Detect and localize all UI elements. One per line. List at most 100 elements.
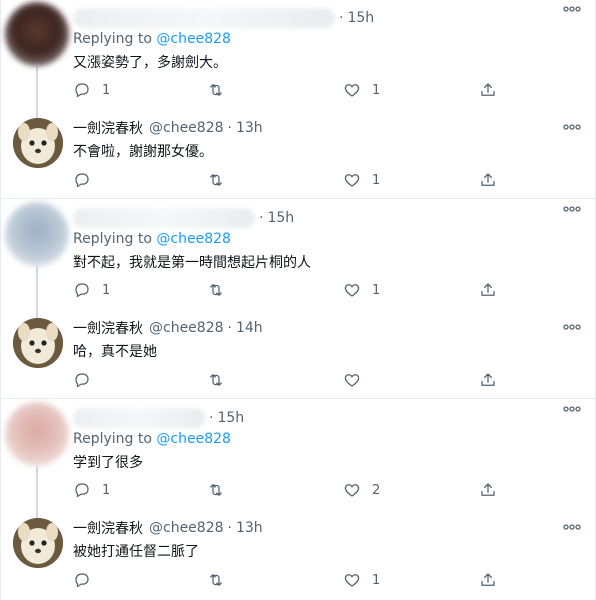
mention-link[interactable]: @chee828	[156, 31, 231, 47]
like-count: 2	[372, 482, 381, 498]
reply-tweet[interactable]: · 15h Replying to @chee828 学到了很多 1 2	[1, 400, 595, 500]
share-icon	[481, 573, 495, 586]
more-options-icon[interactable]	[563, 406, 581, 412]
action-bar: 1 1	[73, 80, 513, 100]
tweet-text: 又漲姿勢了，多謝劍大。	[73, 55, 227, 71]
share-button[interactable]	[479, 80, 497, 100]
reply-icon	[75, 283, 89, 298]
avatar[interactable]	[13, 118, 63, 168]
reply-count: 1	[102, 482, 111, 498]
more-options-icon[interactable]	[563, 206, 581, 212]
share-button[interactable]	[479, 480, 497, 500]
tweet-time[interactable]: 13h	[236, 120, 263, 136]
replying-to: Replying to @chee828	[73, 231, 231, 247]
blurred-display-name[interactable]	[73, 8, 335, 28]
replying-to: Replying to @chee828	[73, 31, 231, 47]
like-icon	[344, 374, 360, 387]
retweet-icon	[210, 484, 222, 496]
share-button[interactable]	[479, 170, 497, 190]
share-icon	[481, 83, 495, 96]
like-count: 1	[372, 282, 381, 298]
retweet-button[interactable]	[207, 80, 236, 100]
avatar[interactable]	[13, 518, 63, 568]
retweet-icon	[210, 84, 222, 96]
like-button[interactable]: 1	[343, 280, 380, 300]
like-count: 1	[372, 82, 381, 98]
tweet-text: 被她打通任督二脈了	[73, 544, 199, 560]
reply-button[interactable]	[73, 570, 102, 590]
reply-icon	[75, 373, 89, 388]
like-button[interactable]	[343, 370, 372, 390]
tweet-text: 学到了很多	[73, 455, 143, 471]
more-options-icon[interactable]	[563, 6, 581, 12]
tweet-text: 哈，真不是她	[73, 344, 157, 360]
share-icon	[481, 173, 495, 186]
avatar[interactable]	[5, 2, 69, 66]
share-button[interactable]	[479, 370, 497, 390]
author-tweet[interactable]: 一劍浣春秋 @chee828 · 13h 被她打通任督二脈了 1	[1, 500, 595, 600]
dog-avatar-image	[13, 118, 63, 168]
mention-link[interactable]: @chee828	[156, 431, 231, 447]
reply-icon	[75, 173, 89, 188]
tweet-time[interactable]: 15h	[347, 10, 374, 26]
retweet-button[interactable]	[207, 570, 236, 590]
share-button[interactable]	[479, 280, 497, 300]
like-button[interactable]: 2	[343, 480, 380, 500]
blurred-display-name[interactable]	[73, 408, 205, 428]
author-tweet[interactable]: 一劍浣春秋 @chee828 · 13h 不會啦，謝謝那女優。 1	[1, 100, 595, 198]
retweet-icon	[210, 284, 222, 296]
reply-button[interactable]: 1	[73, 280, 110, 300]
retweet-button[interactable]	[207, 480, 236, 500]
like-icon	[344, 174, 360, 187]
retweet-icon	[210, 374, 222, 386]
user-handle[interactable]: @chee828	[149, 520, 224, 536]
more-options-icon[interactable]	[563, 524, 581, 530]
mention-link[interactable]: @chee828	[156, 231, 231, 247]
like-button[interactable]: 1	[343, 570, 380, 590]
like-button[interactable]: 1	[343, 80, 380, 100]
reply-button[interactable]: 1	[73, 80, 110, 100]
avatar[interactable]	[5, 202, 69, 266]
divider	[1, 398, 595, 399]
reply-button[interactable]	[73, 170, 102, 190]
like-icon	[344, 284, 360, 297]
reply-tweet[interactable]: · 15h Replying to @chee828 又漲姿勢了，多謝劍大。 1…	[1, 0, 595, 100]
like-button[interactable]: 1	[343, 170, 380, 190]
reply-tweet[interactable]: · 15h Replying to @chee828 對不起，我就是第一時間想起…	[1, 200, 595, 300]
more-options-icon[interactable]	[563, 124, 581, 130]
reply-button[interactable]: 1	[73, 480, 110, 500]
action-bar: 1	[73, 570, 513, 590]
retweet-button[interactable]	[207, 170, 236, 190]
tweet-time[interactable]: 13h	[236, 520, 263, 536]
like-count: 1	[372, 572, 381, 588]
display-name[interactable]: 一劍浣春秋	[73, 518, 143, 538]
tweet-time[interactable]: 15h	[267, 210, 294, 226]
blurred-display-name[interactable]	[73, 208, 255, 228]
user-handle[interactable]: @chee828	[149, 320, 224, 336]
retweet-button[interactable]	[207, 370, 236, 390]
share-icon	[481, 373, 495, 386]
author-tweet[interactable]: 一劍浣春秋 @chee828 · 14h 哈，真不是她	[1, 300, 595, 398]
avatar[interactable]	[5, 402, 69, 466]
user-handle[interactable]: @chee828	[149, 120, 224, 136]
more-options-icon[interactable]	[563, 324, 581, 330]
like-icon	[344, 484, 360, 497]
tweet-text: 對不起，我就是第一時間想起片桐的人	[73, 255, 311, 271]
replying-prefix: Replying to	[73, 231, 152, 247]
retweet-icon	[210, 174, 222, 186]
share-button[interactable]	[479, 570, 497, 590]
action-bar: 1 2	[73, 480, 513, 500]
display-name[interactable]: 一劍浣春秋	[73, 118, 143, 138]
avatar[interactable]	[13, 318, 63, 368]
retweet-button[interactable]	[207, 280, 236, 300]
tweet-time[interactable]: 14h	[236, 320, 263, 336]
display-name[interactable]: 一劍浣春秋	[73, 318, 143, 338]
dog-avatar-image	[13, 318, 63, 368]
tweet-time[interactable]: 15h	[217, 410, 244, 426]
reply-button[interactable]	[73, 370, 102, 390]
like-count: 1	[372, 172, 381, 188]
reply-count: 1	[102, 82, 111, 98]
action-bar: 1 1	[73, 280, 513, 300]
share-icon	[481, 483, 495, 496]
reply-icon	[75, 573, 89, 588]
